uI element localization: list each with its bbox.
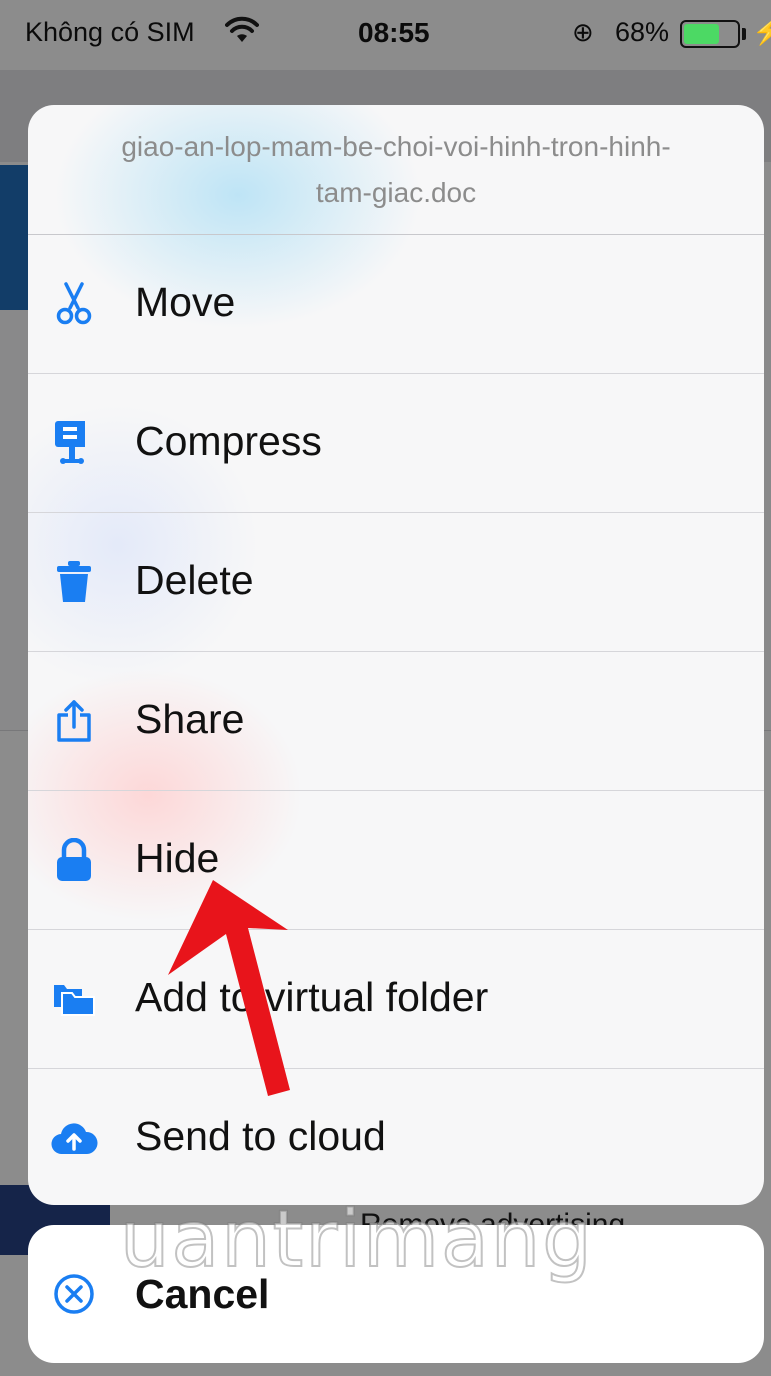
battery-cap (742, 28, 746, 40)
charging-icon: ⚡ (752, 16, 771, 46)
menu-item-delete[interactable]: Delete (28, 513, 764, 652)
menu-item-label: Compress (135, 418, 322, 464)
cloud-upload-icon (50, 1114, 98, 1162)
clock: 08:55 (358, 17, 430, 48)
compress-clamp-icon (50, 419, 98, 467)
file-name-title: giao-an-lop-mam-be-choi-voi-hinh-tron-hi… (28, 105, 764, 235)
menu-item-label: Hide (135, 835, 220, 881)
menu-item-label: Add to virtual folder (135, 974, 489, 1020)
wifi-icon (225, 16, 259, 51)
battery-fill (684, 24, 720, 44)
menu-item-label: Move (135, 279, 236, 325)
carrier-label: Không có SIM (25, 17, 195, 47)
share-icon (50, 697, 98, 745)
menu-item-move[interactable]: Move (28, 235, 764, 374)
lock-icon (50, 836, 98, 884)
status-bar: Không có SIM 08:55 ⊕ 68% ⚡ (0, 0, 771, 68)
menu-item-label: Send to cloud (135, 1113, 386, 1159)
menu-item-compress[interactable]: Compress (28, 374, 764, 513)
folders-icon (50, 975, 98, 1023)
menu-item-send-to-cloud[interactable]: Send to cloud (28, 1069, 764, 1205)
battery-icon (680, 20, 740, 48)
battery-percent: 68% (615, 17, 670, 47)
menu-item-share[interactable]: Share (28, 652, 764, 791)
scissors-icon (50, 280, 98, 328)
menu-item-add-to-virtual-folder[interactable]: Add to virtual folder (28, 930, 764, 1069)
menu-item-label: Share (135, 696, 245, 742)
action-sheet: giao-an-lop-mam-be-choi-voi-hinh-tron-hi… (28, 105, 764, 1205)
menu-item-hide[interactable]: Hide (28, 791, 764, 930)
rotation-lock-icon: ⊕ (572, 17, 594, 47)
trash-icon (50, 558, 98, 606)
menu-item-label: Delete (135, 557, 254, 603)
file-name-text: giao-an-lop-mam-be-choi-voi-hinh-tron-hi… (121, 130, 671, 208)
close-circle-icon (50, 1270, 98, 1318)
watermark: uantrimang (119, 1194, 594, 1286)
